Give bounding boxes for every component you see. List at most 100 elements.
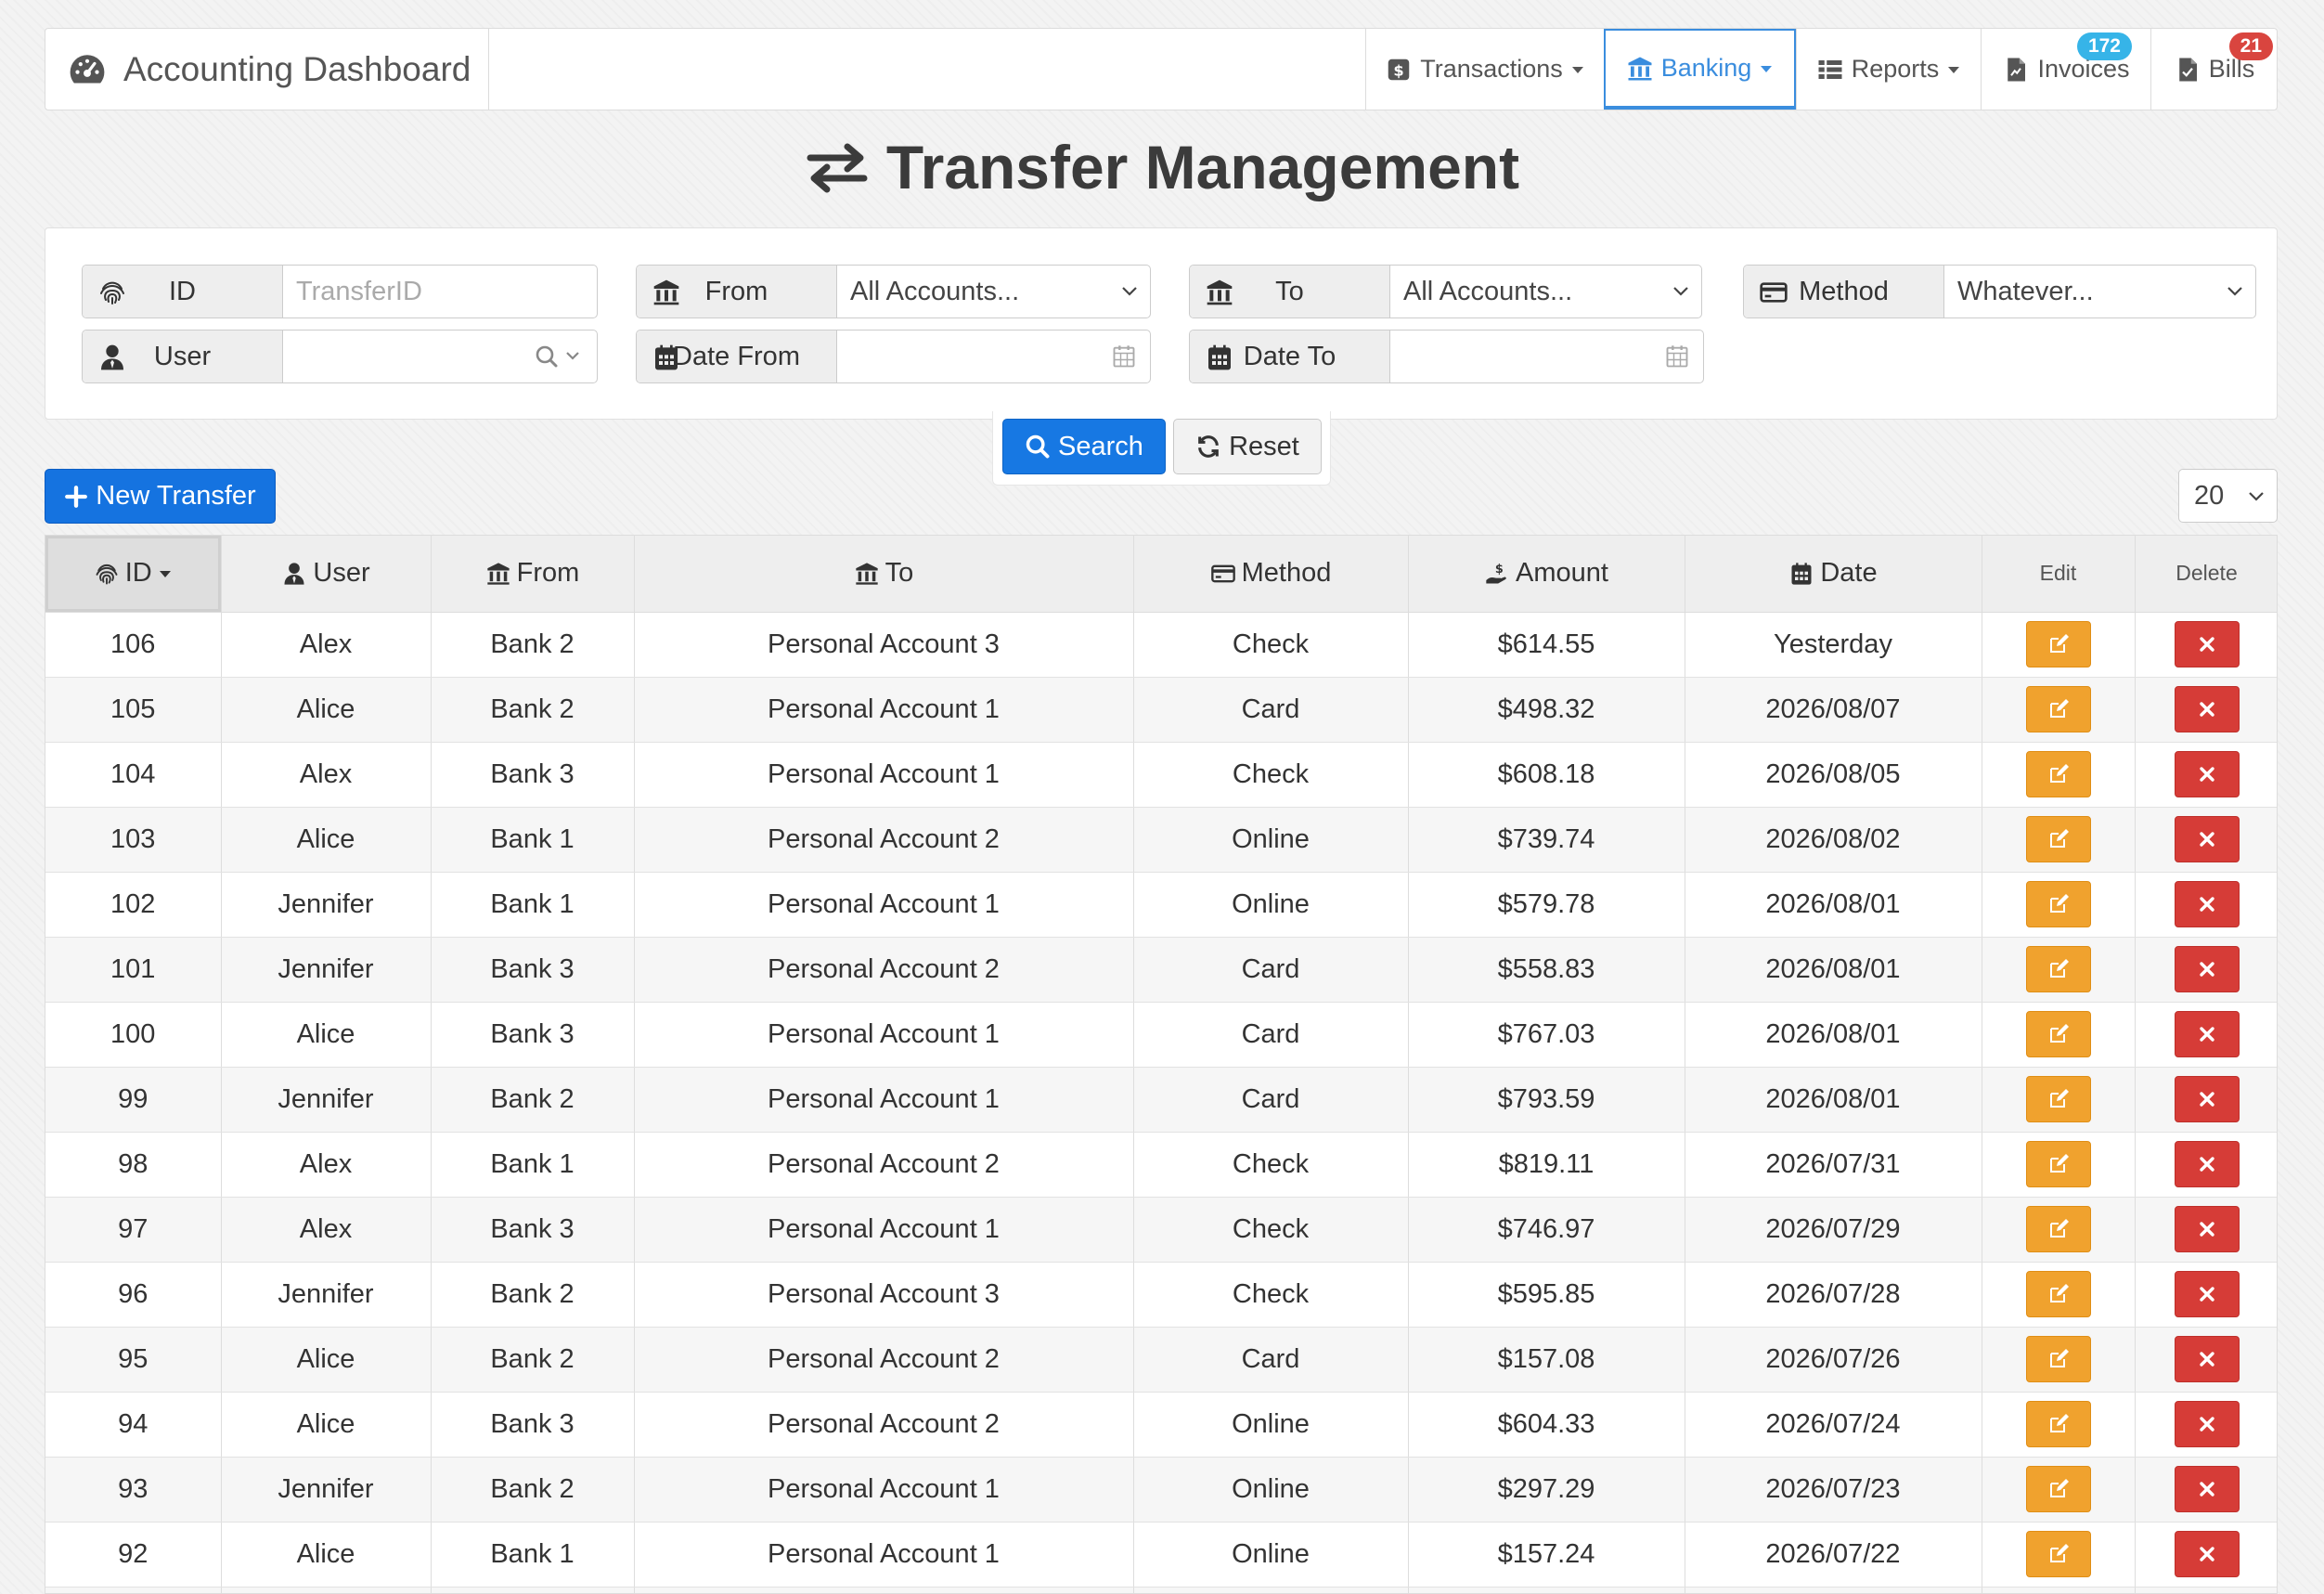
- close-x-icon: [2199, 1482, 2214, 1497]
- edit-button[interactable]: [2025, 1076, 2091, 1122]
- table-row: 101 Jennifer Bank 3 Personal Account 2 Card $…: [45, 937, 2277, 1003]
- from-account-select[interactable]: All Accounts...: [837, 266, 1150, 318]
- close-x-icon: [2199, 1352, 2214, 1367]
- edit-pencil-icon: [2049, 699, 2069, 718]
- calendar-picker-icon[interactable]: [1664, 343, 1690, 369]
- edit-button[interactable]: [2025, 686, 2091, 732]
- edit-button[interactable]: [2025, 816, 2091, 862]
- nav-banking[interactable]: Banking: [1604, 29, 1796, 110]
- to-account-select[interactable]: All Accounts...: [1390, 266, 1701, 318]
- cell-edit: [1982, 1392, 2136, 1458]
- cell-user: Alex: [221, 1197, 432, 1263]
- column-header-id[interactable]: ID: [45, 536, 222, 613]
- reset-button[interactable]: Reset: [1173, 419, 1322, 474]
- column-header-method[interactable]: Method: [1133, 536, 1409, 613]
- date-from-input[interactable]: [837, 330, 1150, 382]
- cell-date: 2026/08/01: [1685, 872, 1982, 938]
- plus-icon: [64, 485, 88, 509]
- new-transfer-button[interactable]: New Transfer: [45, 469, 276, 524]
- invoice-file-icon: [2002, 56, 2030, 84]
- table-row: 106 Alex Bank 2 Personal Account 3 Check $614…: [45, 612, 2277, 678]
- edit-button[interactable]: [2025, 1336, 2091, 1382]
- calendar-picker-icon[interactable]: [1111, 343, 1137, 369]
- delete-button[interactable]: [2174, 1011, 2240, 1057]
- edit-button[interactable]: [2025, 751, 2091, 797]
- edit-pencil-icon: [2049, 894, 2069, 913]
- cell-user: Alex: [221, 1132, 432, 1198]
- edit-button[interactable]: [2025, 1531, 2091, 1577]
- cell-method: Online: [1133, 807, 1409, 873]
- cell-edit: [1982, 1262, 2136, 1328]
- delete-button[interactable]: [2174, 1141, 2240, 1187]
- cell-delete: [2135, 677, 2277, 743]
- delete-button[interactable]: [2174, 1401, 2240, 1447]
- nav-invoices[interactable]: Invoices 172: [1981, 29, 2150, 110]
- nav-bills[interactable]: Bills 21: [2150, 29, 2277, 110]
- delete-button[interactable]: [2174, 1336, 2240, 1382]
- delete-button[interactable]: [2174, 1271, 2240, 1317]
- edit-button[interactable]: [2025, 1271, 2091, 1317]
- user-search-select[interactable]: [283, 330, 597, 382]
- edit-button[interactable]: [2025, 1206, 2091, 1252]
- column-header-amount[interactable]: $ Amount: [1408, 536, 1685, 613]
- edit-button[interactable]: [2025, 621, 2091, 667]
- delete-button[interactable]: [2174, 621, 2240, 667]
- edit-pencil-icon: [2049, 1154, 2069, 1173]
- edit-button[interactable]: [2025, 1141, 2091, 1187]
- nav-transactions-label: Transactions: [1420, 55, 1563, 83]
- cell-date: 2026/07/31: [1685, 1132, 1982, 1198]
- cell-date: Yesterday: [1685, 612, 1982, 678]
- edit-pencil-icon: [2049, 1089, 2069, 1108]
- new-transfer-label: New Transfer: [96, 481, 256, 511]
- cell-amount: $739.74: [1408, 807, 1685, 873]
- cell-user: Alice: [221, 1392, 432, 1458]
- reset-label: Reset: [1229, 431, 1299, 461]
- to-filter: To All Accounts...: [1189, 265, 1702, 318]
- delete-button[interactable]: [2174, 1206, 2240, 1252]
- column-header-date[interactable]: Date: [1685, 536, 1982, 613]
- edit-button[interactable]: [2025, 946, 2091, 992]
- edit-button[interactable]: [2025, 881, 2091, 927]
- dashboard-gauge-icon: [68, 50, 107, 89]
- from-filter: From All Accounts...: [636, 265, 1151, 318]
- date-to-input[interactable]: [1390, 330, 1703, 382]
- delete-button[interactable]: [2174, 881, 2240, 927]
- delete-button[interactable]: [2174, 751, 2240, 797]
- column-header-user[interactable]: User: [221, 536, 432, 613]
- brand[interactable]: Accounting Dashboard: [45, 29, 489, 110]
- cell-amount: $793.59: [1408, 1067, 1685, 1133]
- delete-button[interactable]: [2174, 816, 2240, 862]
- edit-button[interactable]: [2025, 1466, 2091, 1512]
- cell-edit: [1982, 612, 2136, 678]
- cell-delete: [2135, 1392, 2277, 1458]
- nav-reports[interactable]: Reports: [1796, 29, 1981, 110]
- delete-button[interactable]: [2174, 686, 2240, 732]
- caret-down-icon: [1759, 61, 1774, 76]
- table-row: 100 Alice Bank 3 Personal Account 1 Card $767…: [45, 1002, 2277, 1068]
- cell-from: Bank 2: [431, 1327, 635, 1393]
- delete-button[interactable]: [2174, 946, 2240, 992]
- delete-button[interactable]: [2174, 1466, 2240, 1512]
- close-x-icon: [2199, 897, 2214, 912]
- edit-button[interactable]: [2025, 1011, 2091, 1057]
- column-header-from[interactable]: From: [431, 536, 635, 613]
- table-row: 91: [45, 1587, 2277, 1593]
- search-button[interactable]: Search: [1002, 419, 1166, 474]
- cell-edit: [1982, 1002, 2136, 1068]
- cell-id: 101: [45, 937, 222, 1003]
- credit-card-icon: [1759, 278, 1788, 307]
- nav-transactions[interactable]: $ Transactions: [1365, 29, 1604, 110]
- delete-button[interactable]: [2174, 1531, 2240, 1577]
- column-amount-label: Amount: [1516, 558, 1608, 589]
- cell-user: Alice: [221, 807, 432, 873]
- page-size-select[interactable]: 20: [2178, 469, 2278, 523]
- cell-to: Personal Account 2: [634, 1132, 1134, 1198]
- delete-button[interactable]: [2174, 1076, 2240, 1122]
- edit-button[interactable]: [2025, 1401, 2091, 1447]
- column-header-to[interactable]: To: [634, 536, 1134, 613]
- transfer-id-input[interactable]: TransferID: [283, 266, 597, 318]
- to-addon: To: [1190, 266, 1390, 318]
- method-select[interactable]: Whatever...: [1944, 266, 2255, 318]
- table-row: 98 Alex Bank 1 Personal Account 2 Check $819.…: [45, 1132, 2277, 1198]
- bill-file-icon: [2174, 56, 2201, 84]
